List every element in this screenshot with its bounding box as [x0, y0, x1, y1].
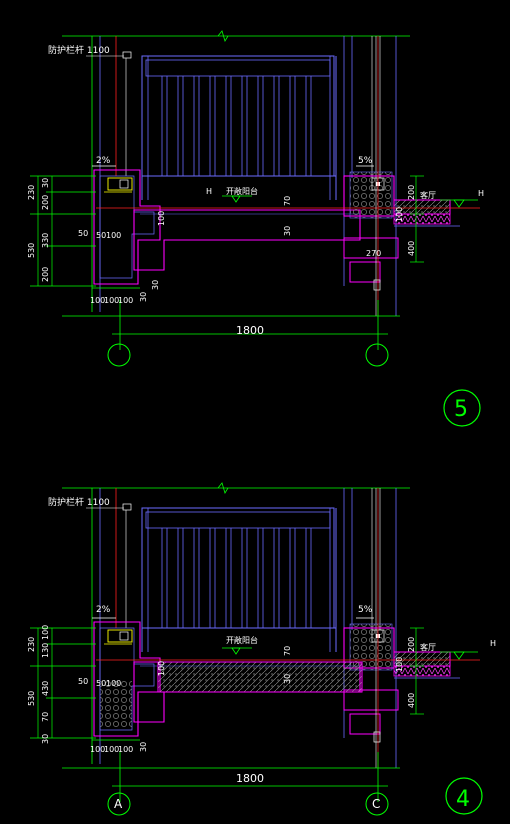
detail-number: 5 — [454, 397, 468, 422]
dim-left-5: 70 — [41, 712, 50, 722]
dim-left-0: 230 — [27, 185, 36, 200]
dim-left-3: 530 — [27, 243, 36, 258]
dim-mid-1: 30 — [283, 674, 292, 684]
detail-number: 4 — [456, 787, 470, 812]
dim-bottom-3: 30 — [139, 742, 148, 752]
dim-left-3: 530 — [27, 691, 36, 706]
axis-bubble-left — [107, 343, 131, 367]
dim-left-2: 200 — [41, 195, 50, 210]
level-h-right: H — [478, 189, 484, 198]
axis-bubble-right — [365, 343, 389, 367]
dim-right-0: 200 — [407, 637, 416, 652]
hall-label: 客厅 — [420, 642, 436, 652]
slope-left-label: 2% — [96, 156, 111, 166]
slab-insulation-band — [157, 661, 363, 693]
dim-left-1: 100 — [41, 625, 50, 640]
dim-left-0: 230 — [27, 637, 36, 652]
dim-bottom-1: 100 — [104, 296, 119, 305]
axis-label-c: C — [372, 797, 380, 811]
dim-mid-0: 70 — [283, 646, 292, 656]
dim-bottom-1: 100 — [104, 745, 119, 754]
railing-label: 防护栏杆 1100 — [48, 44, 110, 56]
dim-left-5: 200 — [41, 267, 50, 282]
dim-right-2: 400 — [407, 693, 416, 708]
cad-drawing: 防护栏杆 1100 2% 5% 开敞阳台 H 客厅 H 1800 5 230 3… — [27, 30, 496, 816]
axis-label-a: A — [114, 797, 123, 811]
dim-inner-2: 100 — [106, 231, 121, 240]
dim-bottom-2: 100 — [118, 296, 133, 305]
dim-mid-2: 100 — [157, 211, 166, 226]
balcony-label: 开敞阳台 — [226, 635, 258, 645]
dim-inner-1: 50 — [96, 231, 106, 240]
balcony-label: 开敞阳台 — [226, 186, 258, 196]
dim-mid-2: 100 — [157, 661, 166, 676]
dim-bottom-0: 100 — [90, 296, 105, 305]
dim-inner-2: 100 — [106, 679, 121, 688]
dim-inner-1: 50 — [96, 679, 106, 688]
dim-right-2: 400 — [407, 241, 416, 256]
dim-inner-0: 50 — [78, 229, 88, 238]
dim-right-0: 200 — [407, 185, 416, 200]
slope-right-label: 5% — [358, 156, 373, 166]
level-h-left: H — [206, 187, 212, 196]
total-span-dim: 1800 — [236, 324, 264, 337]
dim-left-2: 130 — [41, 643, 50, 658]
dim-right-1: 100 — [395, 657, 404, 672]
total-span-dim: 1800 — [236, 772, 264, 785]
dim-bottom-4: 30 — [151, 280, 160, 290]
dim-left-4: 330 — [41, 233, 50, 248]
dim-right-1: 100 — [395, 207, 404, 222]
slope-left-label: 2% — [96, 605, 111, 615]
dim-left-6: 30 — [41, 734, 50, 744]
detail-4: A C 防护栏杆 1100 2% 5% 开敞阳台 客厅 H 1800 4 230… — [27, 482, 496, 816]
dim-left-1: 30 — [41, 178, 50, 188]
dim-mid-1: 30 — [283, 226, 292, 236]
dim-inner-0: 50 — [78, 677, 88, 686]
dim-left-4: 430 — [41, 681, 50, 696]
railing-label: 防护栏杆 1100 — [48, 496, 110, 508]
slope-right-label: 5% — [358, 605, 373, 615]
cad-drawing-canvas: 防护栏杆 1100 2% 5% 开敞阳台 H 客厅 H 1800 5 230 3… — [0, 0, 510, 824]
level-h-right: H — [490, 639, 496, 648]
detail-5: 防护栏杆 1100 2% 5% 开敞阳台 H 客厅 H 1800 5 230 3… — [27, 30, 484, 427]
dim-mid-0: 70 — [283, 196, 292, 206]
dim-right-3: 270 — [366, 249, 381, 258]
dim-bottom-0: 100 — [90, 745, 105, 754]
dim-bottom-3: 30 — [139, 292, 148, 302]
dim-bottom-2: 100 — [118, 745, 133, 754]
hall-label: 客厅 — [420, 190, 436, 200]
